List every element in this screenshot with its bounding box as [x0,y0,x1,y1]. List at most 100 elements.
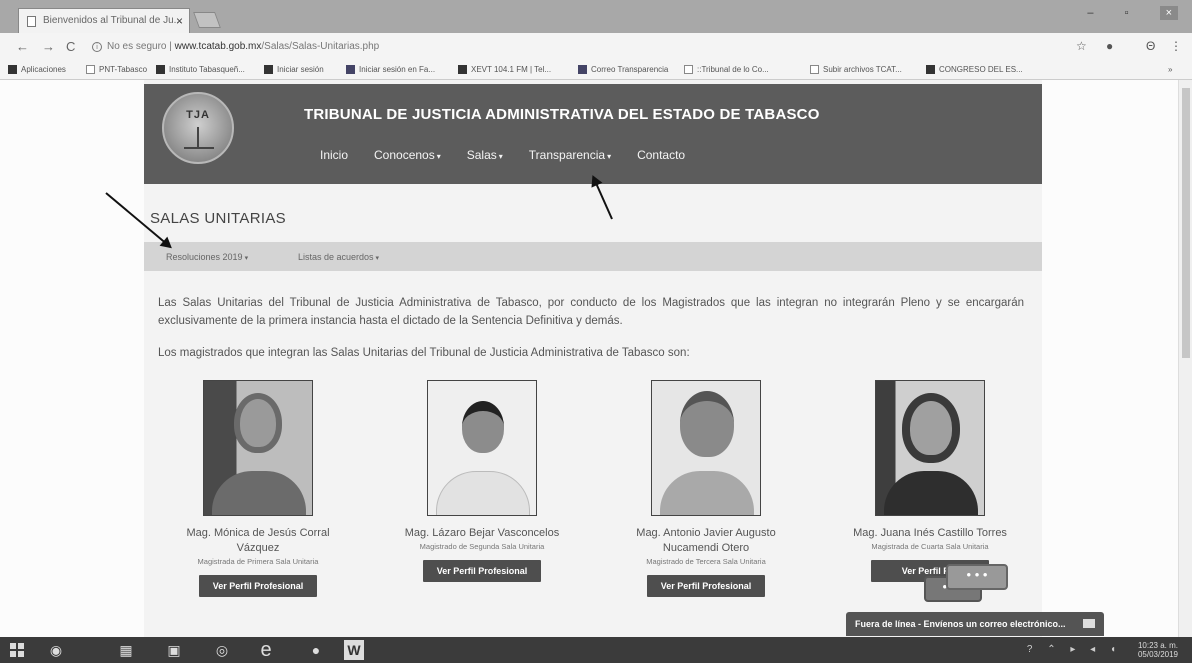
magistrate-role: Magistrado de Segunda Sala Unitaria [419,542,545,551]
app-icon[interactable]: ● [306,640,326,660]
bookmark-item[interactable]: Iniciar sesión en Fa... [346,65,435,74]
ver-perfil-button[interactable]: Ver Perfil Profesional [199,575,317,597]
nav-inicio[interactable]: Inicio [320,148,348,162]
site-container: TJA TRIBUNAL DE JUSTICIA ADMINISTRATIVA … [144,80,1042,637]
bookmark-item[interactable]: Iniciar sesión [264,65,324,74]
sub-navigation: Resoluciones 2019 Listas de acuerdos [144,242,1042,271]
bookmark-label: Aplicaciones [21,65,66,74]
back-button[interactable]: ← [16,39,29,54]
vertical-scrollbar[interactable] [1178,80,1192,637]
bookmark-item[interactable]: ::Tribunal de lo Co... [684,65,769,74]
scale-of-justice-icon [184,127,214,149]
media-icon[interactable]: ▣ [164,640,184,660]
page-title: SALAS UNITARIAS [150,210,286,227]
word-icon[interactable]: W [344,640,364,660]
maximize-button[interactable]: ▫ [1125,7,1143,19]
main-navigation: Inicio Conocenos Salas Transparencia Con… [320,148,685,162]
bookmark-item[interactable]: Instituto Tabasqueñ... [156,65,245,74]
windows-start-icon[interactable] [10,643,24,657]
ver-perfil-button[interactable]: Ver Perfil Profesional [647,575,765,597]
browser-toolbar: ← → C i No es seguro | www.tcatab.gob.mx/… [0,33,1192,60]
info-icon[interactable]: i [92,42,102,52]
new-tab-button[interactable] [193,12,221,28]
security-label: No es seguro [107,41,167,52]
site-header: TJA TRIBUNAL DE JUSTICIA ADMINISTRATIVA … [144,84,1042,184]
bookmark-item[interactable]: CONGRESO DEL ES... [926,65,1023,74]
scrollbar-thumb[interactable] [1182,88,1190,358]
page-icon [86,65,95,74]
address-bar[interactable]: i No es seguro | www.tcatab.gob.mx/Salas/… [92,37,1062,57]
magistrate-card: Mag. Juana Inés Castillo Torres Magistra… [840,380,1020,582]
bookmark-label: Iniciar sesión [277,65,324,74]
extension-icon[interactable]: ● [1106,39,1113,53]
bookmark-label: PNT-Tabasco [99,65,148,74]
clock[interactable]: 10:23 a. m. 05/03/2019 [1138,641,1178,659]
magistrate-card: Mag. Lázaro Bejar Vasconcelos Magistrado… [392,380,572,582]
clock-date: 05/03/2019 [1137,650,1178,659]
menu-icon[interactable]: ⋮ [1170,39,1182,53]
bookmarks-more-button[interactable]: » [1168,65,1172,74]
magistrate-photo [875,380,985,516]
apps-grid-icon [8,65,17,74]
offline-label: Fuera de línea - Envíenos un correo elec… [855,619,1066,629]
ver-perfil-button[interactable]: Ver Perfil Profesional [423,560,541,582]
bookmark-label: ::Tribunal de lo Co... [697,65,769,74]
bookmark-label: Subir archivos TCAT... [823,65,902,74]
tab-close-icon[interactable]: × [176,14,183,28]
congress-icon [926,65,935,74]
portrait-head [462,401,504,453]
clock-time: 10:23 a. m. [1137,641,1178,650]
cortana-icon[interactable]: ◉ [46,640,66,660]
minimize-button[interactable]: – [1087,7,1107,19]
bookmark-item[interactable]: Subir archivos TCAT... [810,65,902,74]
mail-icon [1083,619,1095,628]
site-icon [156,65,165,74]
system-tray-icons[interactable]: ? ⌃ ▸ ◂ ◖ [1027,644,1122,655]
magistrate-name: Mag. Mónica de Jesús Corral Vázquez [186,527,330,554]
bookmark-label: Correo Transparencia [591,65,669,74]
file-explorer-icon[interactable]: ▦ [116,640,136,660]
bookmark-item[interactable]: XEVT 104.1 FM | Tel... [458,65,551,74]
offline-chat-bar[interactable]: Fuera de línea - Envíenos un correo elec… [846,612,1104,636]
bookmark-label: Iniciar sesión en Fa... [359,65,436,74]
bookmark-apps[interactable]: Aplicaciones [8,65,66,74]
magistrate-card: Mag. Antonio Javier Augusto Nucamendi Ot… [616,380,796,597]
nav-contacto[interactable]: Contacto [637,148,685,162]
site-title: TRIBUNAL DE JUSTICIA ADMINISTRATIVA DEL … [304,106,820,123]
url-path: /Salas/Salas-Unitarias.php [261,41,380,52]
portrait-head [902,393,960,463]
magistrate-role: Magistrada de Primera Sala Unitaria [197,557,319,566]
url-domain: www.tcatab.gob.mx [174,41,262,52]
browser-tab-bar: Bienvenidos al Tribunal de Ju... × – ▫ × [0,0,1192,33]
forward-button[interactable]: → [42,39,55,54]
bookmark-item[interactable]: PNT-Tabasco [86,65,147,74]
bookmark-item[interactable]: Correo Transparencia [578,65,668,74]
magistrate-name: Mag. Antonio Javier Augusto Nucamendi Ot… [636,527,776,554]
profile-icon[interactable]: Θ [1146,39,1155,53]
window-close-button[interactable]: × [1159,6,1178,20]
bookmark-star-icon[interactable]: ☆ [1076,39,1087,53]
bookmark-label: Instituto Tabasqueñ... [169,65,245,74]
bookmarks-bar: Aplicaciones PNT-Tabasco Instituto Tabas… [0,60,1192,80]
microsoft-icon [264,65,273,74]
magistrate-role: Magistrado de Tercera Sala Unitaria [646,557,766,566]
chat-bubble: • • • [946,564,1008,590]
chrome-icon[interactable]: ◎ [212,640,232,660]
browser-tab[interactable]: Bienvenidos al Tribunal de Ju... × [18,8,190,33]
tab-title: Bienvenidos al Tribunal de Ju... [43,15,182,26]
magistrate-photo [203,380,313,516]
subnav-resoluciones[interactable]: Resoluciones 2019 [166,252,248,262]
bookmark-label: CONGRESO DEL ES... [939,65,1023,74]
edge-icon[interactable]: e [256,640,276,660]
subnav-listas-acuerdos[interactable]: Listas de acuerdos [298,252,379,262]
magistrate-name: Mag. Juana Inés Castillo Torres [853,527,1007,539]
portrait-head [234,393,282,453]
page-viewport: TJA TRIBUNAL DE JUSTICIA ADMINISTRATIVA … [0,80,1192,637]
nav-transparencia[interactable]: Transparencia [529,148,611,162]
nav-conocenos[interactable]: Conocenos [374,148,441,162]
magistrate-card: Mag. Mónica de Jesús Corral Vázquez Magi… [168,380,348,597]
tja-logo[interactable]: TJA [162,92,234,164]
radio-icon [458,65,467,74]
nav-salas[interactable]: Salas [467,148,503,162]
reload-button[interactable]: C [66,39,75,54]
